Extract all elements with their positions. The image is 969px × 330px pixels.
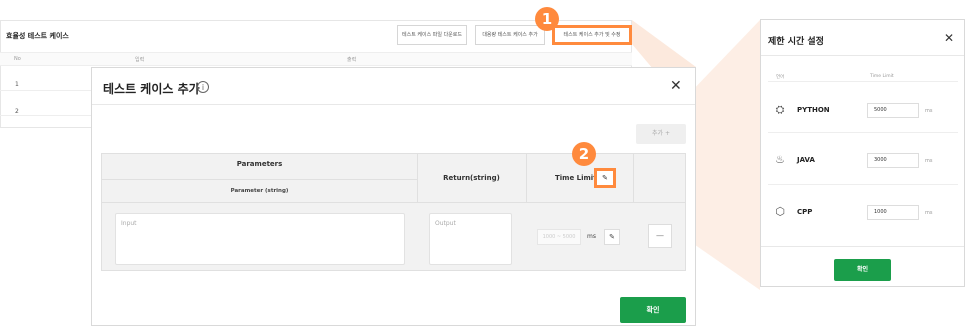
python-time-input[interactable]: 5000 xyxy=(867,103,919,118)
remove-row-button[interactable]: — xyxy=(648,224,672,248)
language-name: JAVA xyxy=(797,156,815,164)
confirm-button[interactable]: 확인 xyxy=(620,297,686,323)
info-icon[interactable]: i xyxy=(197,81,209,93)
time-limit-header: Time Limit xyxy=(555,174,597,182)
close-icon[interactable]: ✕ xyxy=(944,31,954,45)
row-number: 2 xyxy=(15,108,19,115)
bulk-add-test-cases-button[interactable]: 대용량 테스트 케이스 추가 xyxy=(475,25,545,45)
input-placeholder: Input xyxy=(121,220,137,227)
divider xyxy=(768,184,958,185)
divider xyxy=(102,179,417,180)
column-header-output: 출력 xyxy=(347,57,357,63)
modal-title: 테스트 케이스 추가 xyxy=(103,82,200,96)
divider xyxy=(761,246,964,247)
parameter-type-header: Parameter (string) xyxy=(230,188,289,194)
python-icon: ⛭ xyxy=(775,103,785,116)
language-column-header: 언어 xyxy=(776,75,785,80)
divider xyxy=(768,81,958,82)
divider xyxy=(761,55,964,56)
unit-label: ms xyxy=(925,158,933,164)
step-badge-1: 1 xyxy=(535,7,559,31)
divider xyxy=(92,104,695,105)
confirm-button[interactable]: 확인 xyxy=(834,259,891,281)
unit-label: ms xyxy=(925,108,933,114)
time-limit-column-header: Time Limit xyxy=(870,74,894,79)
time-unit-label: ms xyxy=(587,233,596,240)
language-name: CPP xyxy=(797,208,813,216)
column-header-no: No xyxy=(14,56,21,62)
add-row-button[interactable]: 추가 + xyxy=(636,124,686,144)
close-icon[interactable]: ✕ xyxy=(670,78,682,94)
panel-title: 제한 시간 설정 xyxy=(768,37,824,47)
return-header: Return(string) xyxy=(443,174,500,182)
column-header-input: 입력 xyxy=(135,57,145,63)
cpp-time-input[interactable]: 1000 xyxy=(867,205,919,220)
time-limit-input[interactable]: 1000 ~ 5000 xyxy=(537,229,581,245)
language-name: PYTHON xyxy=(797,106,830,114)
divider xyxy=(768,132,958,133)
step-badge-2: 2 xyxy=(572,142,596,166)
input-field[interactable] xyxy=(115,213,405,265)
row-number: 1 xyxy=(15,81,19,88)
output-placeholder: Output xyxy=(435,220,456,227)
download-test-cases-button[interactable]: 테스트 케이스 파일 다운로드 xyxy=(397,25,467,45)
parameters-header: Parameters xyxy=(236,160,283,168)
pencil-icon[interactable]: ✎ xyxy=(604,229,620,245)
java-time-input[interactable]: 3000 xyxy=(867,153,919,168)
java-icon: ♨ xyxy=(775,153,785,166)
add-edit-test-case-button[interactable]: 테스트 케이스 추가 및 수정 xyxy=(552,25,632,45)
unit-label: ms xyxy=(925,210,933,216)
table-header xyxy=(0,52,632,66)
pencil-icon: ✎ xyxy=(602,174,608,182)
cpp-icon: ⬡ xyxy=(775,205,785,218)
panel-title: 효율성 테스트 케이스 xyxy=(6,32,69,40)
